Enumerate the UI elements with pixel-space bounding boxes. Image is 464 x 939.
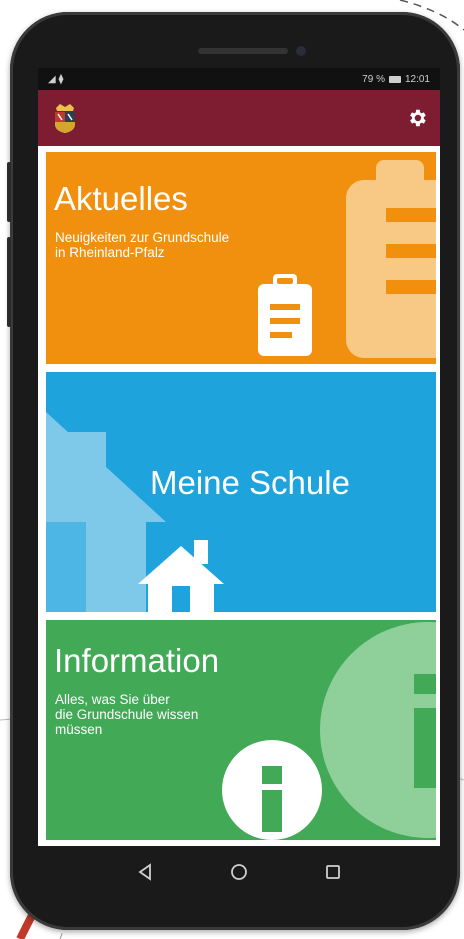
- gear-icon[interactable]: [406, 107, 428, 129]
- signal-icon: ◢ ⧫: [48, 73, 64, 85]
- tile-information-subtitle: Alles, was Sie über die Grundschule wiss…: [55, 692, 199, 737]
- power-button: [7, 237, 11, 327]
- home-circle-icon[interactable]: [227, 860, 251, 884]
- android-nav-bar: [38, 846, 440, 898]
- volume-button: [7, 162, 11, 222]
- back-triangle-icon[interactable]: [133, 860, 157, 884]
- info-watermark-icon: [320, 622, 436, 838]
- rheinland-pfalz-coat-of-arms-icon: [55, 104, 75, 133]
- battery-icon: [388, 75, 401, 83]
- clipboard-watermark-icon: [346, 160, 436, 358]
- status-time: 12:01: [404, 73, 430, 85]
- app-bar: [38, 90, 440, 146]
- recents-square-icon[interactable]: [321, 860, 345, 884]
- tile-information[interactable]: Information Alles, was Sie über die Grun…: [46, 620, 436, 840]
- tile-aktuelles-title: Aktuelles: [54, 180, 188, 217]
- front-camera: [296, 46, 306, 56]
- info-icon: [222, 740, 322, 840]
- app-screen: ◢ ⧫ 79 % 12:01 Aktuelles Neuigkeiten zur…: [38, 68, 440, 846]
- tile-aktuelles[interactable]: Aktuelles Neuigkeiten zur Grundschule in…: [46, 152, 436, 364]
- status-bar: ◢ ⧫ 79 % 12:01: [38, 68, 440, 90]
- tile-information-title: Information: [54, 642, 220, 679]
- earpiece: [198, 48, 288, 54]
- battery-percent: 79 %: [362, 73, 385, 85]
- tile-meine-schule[interactable]: Meine Schule: [46, 372, 436, 612]
- house-icon: [138, 540, 224, 612]
- tile-aktuelles-subtitle: Neuigkeiten zur Grundschule in Rheinland…: [55, 230, 230, 260]
- tile-meine-schule-title: Meine Schule: [150, 464, 350, 501]
- clipboard-icon: [258, 274, 312, 356]
